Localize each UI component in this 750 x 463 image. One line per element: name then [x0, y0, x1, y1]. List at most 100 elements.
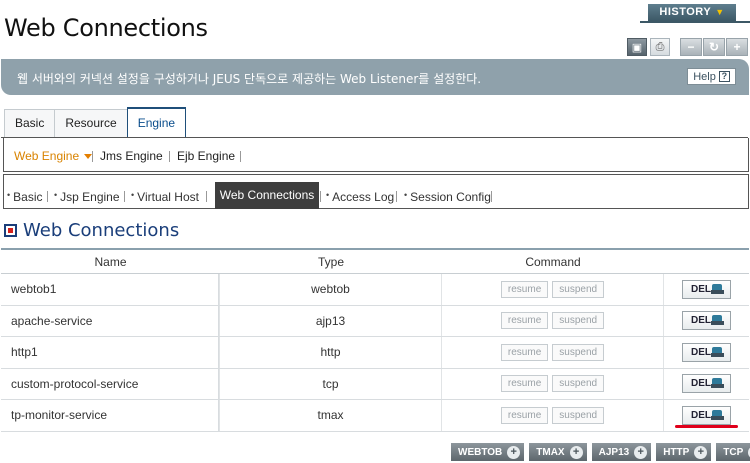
- add-icon: +: [507, 445, 521, 459]
- add-tmax-label: TMAX: [536, 446, 565, 458]
- help-button[interactable]: Help ?: [687, 68, 736, 85]
- minimize-icon[interactable]: −: [680, 38, 702, 56]
- add-ajp13-button[interactable]: AJP13 +: [591, 443, 652, 461]
- separator: [92, 151, 93, 162]
- column-header-type: Type: [317, 255, 344, 269]
- tab-resource[interactable]: Resource: [54, 109, 128, 137]
- section-header: Web Connections: [4, 220, 179, 241]
- add-connection-buttons: WEBTOB + TMAX + AJP13 + HTTP + TCP+: [451, 443, 750, 461]
- separator: [169, 151, 170, 162]
- delete-label: DEL: [691, 378, 711, 390]
- main-tabs: Basic Resource Engine: [4, 107, 187, 137]
- subtab-jms-engine[interactable]: Jms Engine: [100, 149, 163, 163]
- table-row: http1 http resume suspend DEL: [1, 337, 749, 369]
- resume-button[interactable]: resume: [500, 312, 549, 330]
- print-icon[interactable]: ⎙: [650, 38, 670, 56]
- subtab-web-engine[interactable]: Web Engine: [14, 149, 93, 163]
- subtab-web-engine-label: Web Engine: [14, 149, 80, 163]
- delete-cell: DEL: [664, 274, 749, 305]
- history-divider: [640, 21, 750, 23]
- subtab-session-config-label: Session Config: [410, 190, 491, 204]
- suspend-button[interactable]: suspend: [552, 375, 605, 393]
- dropdown-arrow-icon: [84, 154, 93, 160]
- add-icon: +: [634, 445, 648, 459]
- trash-icon: [711, 346, 725, 358]
- separator: [124, 191, 125, 202]
- subtab-basic[interactable]: • Basic: [7, 190, 43, 204]
- history-label: HISTORY: [659, 6, 712, 18]
- suspend-button[interactable]: suspend: [552, 280, 605, 298]
- suspend-button[interactable]: suspend: [552, 343, 605, 361]
- resume-button[interactable]: resume: [500, 375, 549, 393]
- subtab-virtual-host[interactable]: • Virtual Host: [131, 190, 199, 204]
- command-cell: resume suspend: [442, 337, 664, 368]
- delete-label: DEL: [691, 283, 711, 295]
- delete-button[interactable]: DEL: [682, 405, 731, 425]
- page-title: Web Connections: [4, 14, 208, 42]
- bullet-icon: •: [7, 190, 11, 200]
- connection-name: http1: [1, 337, 220, 368]
- add-tmax-button[interactable]: TMAX +: [529, 443, 587, 461]
- delete-button[interactable]: DEL: [682, 374, 731, 394]
- refresh-icon[interactable]: ↻: [703, 38, 725, 56]
- tab-engine[interactable]: Engine: [126, 107, 187, 137]
- window-controls: − ↻ +: [680, 38, 749, 56]
- bullet-icon: •: [404, 190, 408, 200]
- connection-type: http: [220, 337, 442, 368]
- add-http-button[interactable]: HTTP +: [656, 443, 712, 461]
- help-icon: ?: [718, 71, 730, 82]
- monitor-icon[interactable]: ▣: [627, 38, 647, 56]
- connection-type: tmax: [220, 400, 442, 431]
- subtab-ejb-engine[interactable]: Ejb Engine: [177, 149, 235, 163]
- add-webtob-label: WEBTOB: [458, 446, 503, 458]
- engine-subtabs: Web Engine Jms Engine Ejb Engine: [3, 138, 749, 172]
- resume-button[interactable]: resume: [500, 343, 549, 361]
- column-header-name: Name: [94, 255, 127, 269]
- description-text: 웹 서버와의 커넥션 설정을 구성하거나 JEUS 단독으로 제공하는 Web …: [17, 72, 482, 86]
- suspend-button[interactable]: suspend: [552, 406, 605, 424]
- command-cell: resume suspend: [442, 305, 664, 336]
- delete-button[interactable]: DEL: [682, 279, 731, 299]
- connection-type: tcp: [220, 368, 442, 399]
- close-icon[interactable]: +: [726, 38, 748, 56]
- connection-type: webtob: [220, 274, 442, 305]
- separator: [491, 191, 492, 202]
- resume-button[interactable]: resume: [500, 280, 549, 298]
- connections-table: Name Type Command webtob1 webtob resume …: [1, 248, 749, 432]
- subtab-jsp-engine[interactable]: • Jsp Engine: [54, 190, 120, 204]
- help-label: Help: [693, 70, 716, 83]
- highlight-underline: [675, 425, 738, 428]
- connection-type: ajp13: [220, 305, 442, 336]
- add-tcp-button[interactable]: TCP+: [716, 443, 750, 461]
- table-row: custom-protocol-service tcp resume suspe…: [1, 368, 749, 400]
- tab-basic[interactable]: Basic: [4, 109, 56, 137]
- delete-label: DEL: [691, 315, 711, 327]
- resume-button[interactable]: resume: [500, 406, 549, 424]
- description-bar: 웹 서버와의 커넥션 설정을 구성하거나 JEUS 단독으로 제공하는 Web …: [1, 59, 749, 95]
- delete-label: DEL: [691, 409, 711, 421]
- connection-name: tp-monitor-service: [1, 400, 220, 431]
- history-button[interactable]: HISTORY ▼: [648, 4, 736, 21]
- bullet-icon: •: [131, 190, 135, 200]
- connection-name: webtob1: [1, 274, 220, 305]
- subtab-jsp-engine-label: Jsp Engine: [60, 190, 120, 204]
- separator: [320, 191, 321, 202]
- delete-button[interactable]: DEL: [682, 311, 731, 331]
- subtab-web-connections[interactable]: Web Connections: [215, 182, 319, 209]
- add-icon: +: [694, 445, 708, 459]
- connection-name: apache-service: [1, 305, 220, 336]
- section-title: Web Connections: [23, 220, 180, 241]
- subtab-virtual-host-label: Virtual Host: [137, 190, 199, 204]
- subtab-basic-label: Basic: [13, 190, 43, 204]
- delete-button[interactable]: DEL: [682, 342, 731, 362]
- delete-cell: DEL: [664, 369, 749, 400]
- add-icon: +: [569, 445, 583, 459]
- subtab-access-log[interactable]: • Access Log: [326, 190, 394, 204]
- tool-icons: ▣ ⎙: [627, 38, 673, 56]
- add-webtob-button[interactable]: WEBTOB +: [451, 443, 525, 461]
- separator: [206, 191, 207, 202]
- subtab-session-config[interactable]: • Session Config: [404, 190, 491, 204]
- suspend-button[interactable]: suspend: [552, 312, 605, 330]
- table-header: Name Type Command: [1, 250, 749, 274]
- table-row: tp-monitor-service tmax resume suspend D…: [1, 400, 749, 432]
